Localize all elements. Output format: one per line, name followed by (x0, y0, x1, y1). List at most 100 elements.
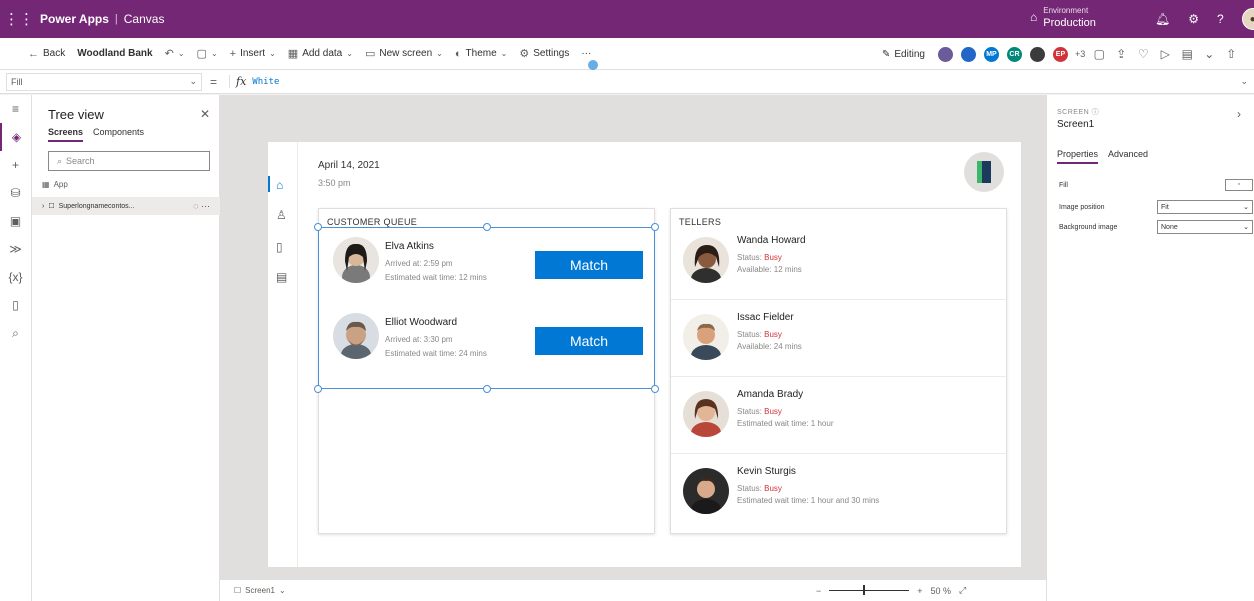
teller-item[interactable]: Kevin Sturgis Status: Busy Estimated wai… (671, 454, 1008, 531)
settings-gear-icon[interactable]: ⚙ (1188, 12, 1199, 26)
formula-input[interactable]: White (252, 77, 279, 87)
presence-overflow[interactable]: +3 (1075, 49, 1085, 59)
presence-avatar[interactable] (959, 45, 977, 63)
fill-color-swatch[interactable]: ▫ (1225, 179, 1253, 191)
hamburger-menu-icon[interactable]: ≡ (0, 95, 31, 123)
resize-handle[interactable] (651, 385, 659, 393)
teller-availability: Available: 24 mins (737, 342, 802, 351)
search-icon[interactable]: ⌕ (0, 319, 31, 347)
settings-button[interactable]: ⚙ Settings (519, 47, 569, 60)
presence-avatar[interactable]: EP (1051, 45, 1069, 63)
plus-icon: + (229, 47, 237, 60)
teller-photo (683, 237, 729, 283)
theme-button[interactable]: ◐ Theme ⌄ (455, 48, 507, 60)
resize-handle[interactable] (314, 385, 322, 393)
fx-icon[interactable]: fx (229, 75, 246, 88)
app-launcher-icon[interactable]: ⋮⋮ (0, 0, 38, 38)
tree-app-node[interactable]: ▦ App (42, 180, 68, 189)
tools-icon[interactable]: ▯ (0, 291, 31, 319)
resize-handle[interactable] (651, 223, 659, 231)
image-position-dropdown[interactable]: Fit ⌄ (1157, 200, 1253, 214)
tree-view-icon[interactable]: ◈ (0, 123, 31, 151)
resize-handle[interactable] (483, 223, 491, 231)
chevron-down-icon[interactable]: ⌄ (1240, 76, 1248, 87)
formula-bar: Fill ⌄ = fx White ⌄ (0, 70, 1254, 94)
insert-button[interactable]: + Insert ⌄ (230, 48, 276, 60)
background-image-dropdown[interactable]: None ⌄ (1157, 220, 1253, 234)
zoom-slider[interactable] (829, 585, 910, 595)
teller-item[interactable]: Wanda Howard Status: Busy Available: 12 … (671, 223, 1008, 300)
presence-avatar[interactable]: MP (982, 45, 1000, 63)
zoom-slider-thumb[interactable] (863, 585, 866, 595)
add-data-button[interactable]: ▦ Add data ⌄ (288, 47, 353, 60)
screen-icon: ☐ (48, 203, 55, 210)
presence-avatar[interactable] (1028, 45, 1046, 63)
zoom-in-icon[interactable]: + (917, 586, 922, 596)
teller-item[interactable]: Amanda Brady Status: Busy Estimated wait… (671, 377, 1008, 454)
environment-label: Environment (1043, 6, 1089, 15)
selected-name: Screen1 (1057, 119, 1095, 130)
chevron-down-icon[interactable]: ⌄ (1201, 47, 1217, 61)
product-name[interactable]: Power Apps (40, 12, 109, 26)
user-avatar[interactable]: ● (1241, 8, 1254, 30)
insert-icon[interactable]: + (0, 151, 31, 179)
teller-photo (683, 391, 729, 437)
copy-button[interactable]: ▢ ⌄ (197, 47, 218, 60)
teller-availability: Estimated wait time: 1 hour and 30 mins (737, 496, 880, 505)
tab-components[interactable]: Components (93, 127, 144, 142)
publish-icon[interactable]: ⇧ (1223, 47, 1239, 61)
teller-name: Issac Fielder (737, 312, 794, 323)
tree-search-input[interactable]: ⌕ Search (48, 151, 210, 171)
zoom-out-icon[interactable]: − (816, 586, 821, 596)
property-dropdown[interactable]: Fill ⌄ (6, 72, 202, 91)
image-position-label: Image position (1059, 203, 1105, 211)
selection-outline (314, 223, 659, 393)
tab-advanced[interactable]: Advanced (1108, 149, 1148, 164)
tab-screens[interactable]: Screens (48, 127, 84, 142)
save-icon[interactable]: ▤ (1179, 47, 1195, 61)
screen-picker[interactable]: ☐ Screen1 ⌄ (234, 586, 286, 595)
mouse-cursor (588, 60, 598, 70)
tree-screen-node[interactable]: › ☐ Superlongnamecontos... ◌ ··· (32, 197, 220, 215)
teller-item[interactable]: Issac Fielder Status: Busy Available: 24… (671, 300, 1008, 377)
presence-avatar[interactable] (936, 45, 954, 63)
teller-status: Status: Busy (737, 253, 782, 262)
teller-photo (683, 314, 729, 360)
tab-properties[interactable]: Properties (1057, 149, 1099, 164)
presence-avatar[interactable]: CR (1005, 45, 1023, 63)
teller-status: Status: Busy (737, 330, 782, 339)
person-icon[interactable]: ♙ (276, 208, 287, 222)
close-icon[interactable]: ✕ (200, 107, 210, 121)
more-options-icon[interactable]: ◌ ··· (193, 201, 210, 211)
help-icon[interactable]: ? (1217, 12, 1224, 26)
pencil-icon: ✎ (882, 48, 891, 60)
chevron-down-icon: ⌄ (1243, 224, 1249, 231)
comments-icon[interactable]: ▢ (1091, 47, 1107, 61)
media-icon[interactable]: ▣ (0, 207, 31, 235)
notifications-icon[interactable]: 🔔︎ (1155, 12, 1170, 26)
home-icon[interactable]: ⌂ (276, 178, 283, 192)
share-icon[interactable]: ⇪ (1113, 47, 1129, 61)
app-screen[interactable]: ⌂ ♙ ▯ ▤ April 14, 2021 3:50 pm CUSTOMER … (268, 142, 1021, 567)
power-automate-icon[interactable]: ≫ (0, 235, 31, 263)
resize-handle[interactable] (483, 385, 491, 393)
clipboard-icon[interactable]: ▯ (276, 240, 283, 254)
fit-to-window-icon[interactable]: ⤢ (959, 585, 966, 596)
teller-name: Amanda Brady (737, 389, 804, 400)
resize-handle[interactable] (314, 223, 322, 231)
chevron-down-icon: ⌄ (436, 49, 443, 58)
new-screen-button[interactable]: ▭ New screen ⌄ (365, 47, 443, 60)
undo-button[interactable]: ↶ ⌄ (165, 47, 185, 60)
tellers-card: TELLERS Wanda Howard Status: Busy Availa… (670, 208, 1008, 534)
back-button[interactable]: ← Back (28, 48, 65, 60)
more-commands-button[interactable]: ··· (581, 48, 591, 59)
variables-icon[interactable]: {x} (0, 263, 31, 291)
play-icon[interactable]: ▷ (1157, 47, 1173, 61)
app-title[interactable]: Woodland Bank (77, 48, 152, 59)
app-checker-icon[interactable]: ♡ (1135, 47, 1151, 61)
data-icon[interactable]: ⛁ (0, 179, 31, 207)
environment-picker[interactable]: ⌂ Environment Production (1030, 5, 1096, 29)
id-card-icon[interactable]: ▤ (276, 270, 287, 284)
collapse-panel-icon[interactable]: › (1237, 107, 1241, 121)
expand-chevron-icon: › (42, 202, 45, 210)
